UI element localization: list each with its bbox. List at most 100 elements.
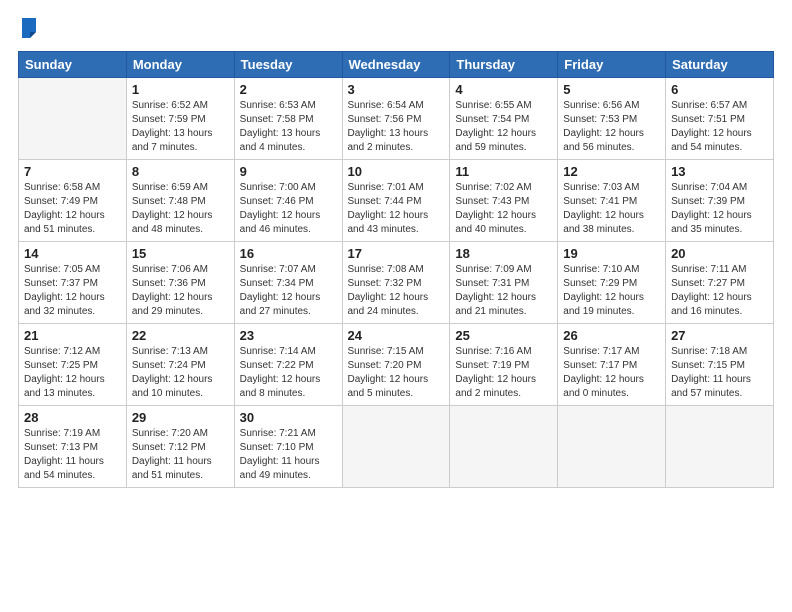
day-info-line: Daylight: 12 hours <box>348 210 429 221</box>
day-info-line: Daylight: 12 hours <box>240 210 321 221</box>
day-info-line: and 46 minutes. <box>240 224 311 235</box>
day-info: Sunrise: 7:16 AMSunset: 7:19 PMDaylight:… <box>455 345 552 401</box>
day-number: 23 <box>240 328 337 343</box>
day-info: Sunrise: 6:57 AMSunset: 7:51 PMDaylight:… <box>671 99 768 155</box>
calendar-cell: 28Sunrise: 7:19 AMSunset: 7:13 PMDayligh… <box>19 405 127 487</box>
day-number: 25 <box>455 328 552 343</box>
day-info-line: Sunrise: 6:54 AM <box>348 100 424 111</box>
day-info-line: Sunset: 7:53 PM <box>563 114 637 125</box>
day-info-line: Sunrise: 7:16 AM <box>455 346 531 357</box>
day-number: 18 <box>455 246 552 261</box>
day-number: 20 <box>671 246 768 261</box>
day-info-line: Sunrise: 7:01 AM <box>348 182 424 193</box>
day-info: Sunrise: 7:00 AMSunset: 7:46 PMDaylight:… <box>240 181 337 237</box>
calendar-cell: 21 Sunrise: 7:12 AMSunset: 7:25 PMDayligh… <box>19 323 127 405</box>
day-info-line: and 16 minutes. <box>671 306 742 317</box>
day-info-line: Daylight: 12 hours <box>455 292 536 303</box>
day-info-line: Sunrise: 6:59 AM <box>132 182 208 193</box>
day-info: Sunrise: 7:04 AMSunset: 7:39 PMDaylight:… <box>671 181 768 237</box>
day-info-line: Daylight: 11 hours <box>671 374 751 385</box>
day-number: 3 <box>348 82 445 97</box>
day-info-line: and 10 minutes. <box>132 388 203 399</box>
day-info-line: Sunset: 7:13 PM <box>24 442 98 453</box>
day-info: Sunrise: 7:11 AMSunset: 7:27 PMDaylight:… <box>671 263 768 319</box>
day-info: Sunrise: 7:13 AMSunset: 7:24 PMDaylight:… <box>132 345 229 401</box>
day-number: 14 <box>24 246 121 261</box>
calendar-cell: 17Sunrise: 7:08 AMSunset: 7:32 PMDayligh… <box>342 241 450 323</box>
day-number: 21 <box>24 328 121 343</box>
day-info-line: Sunrise: 6:53 AM <box>240 100 316 111</box>
calendar-cell <box>19 77 127 159</box>
day-info-line: and 8 minutes. <box>240 388 306 399</box>
day-info-line: Daylight: 12 hours <box>132 292 213 303</box>
day-info-line: and 2 minutes. <box>455 388 521 399</box>
day-info-line: Sunrise: 7:02 AM <box>455 182 531 193</box>
day-info-line: Sunrise: 7:05 AM <box>24 264 100 275</box>
day-number: 15 <box>132 246 229 261</box>
day-info-line: Daylight: 12 hours <box>563 292 644 303</box>
day-info-line: Sunset: 7:15 PM <box>671 360 745 371</box>
day-info: Sunrise: 7:12 AMSunset: 7:25 PMDaylight:… <box>24 345 121 401</box>
day-info-line: and 7 minutes. <box>132 142 198 153</box>
day-info-line: Sunset: 7:54 PM <box>455 114 529 125</box>
day-number: 4 <box>455 82 552 97</box>
day-info-line: Sunset: 7:32 PM <box>348 278 422 289</box>
day-info-line: Sunrise: 7:03 AM <box>563 182 639 193</box>
day-info-line: and 51 minutes. <box>24 224 95 235</box>
day-info-line: and 48 minutes. <box>132 224 203 235</box>
day-info-line: Sunset: 7:48 PM <box>132 196 206 207</box>
day-info-line: Sunrise: 7:07 AM <box>240 264 316 275</box>
day-info-line: Sunset: 7:36 PM <box>132 278 206 289</box>
day-number: 19 <box>563 246 660 261</box>
day-info-line: Sunset: 7:41 PM <box>563 196 637 207</box>
day-info-line: and 24 minutes. <box>348 306 419 317</box>
day-number: 9 <box>240 164 337 179</box>
day-info-line: Sunrise: 7:18 AM <box>671 346 747 357</box>
day-info: Sunrise: 7:19 AMSunset: 7:13 PMDaylight:… <box>24 427 121 483</box>
day-info-line: Daylight: 12 hours <box>24 292 105 303</box>
day-number: 24 <box>348 328 445 343</box>
day-info-line: and 13 minutes. <box>24 388 95 399</box>
day-info-line: Sunrise: 7:14 AM <box>240 346 316 357</box>
day-info-line: Sunrise: 7:00 AM <box>240 182 316 193</box>
day-info: Sunrise: 7:17 AMSunset: 7:17 PMDaylight:… <box>563 345 660 401</box>
calendar-cell <box>342 405 450 487</box>
day-info-line: Sunset: 7:27 PM <box>671 278 745 289</box>
day-info-line: Sunrise: 6:57 AM <box>671 100 747 111</box>
day-info: Sunrise: 6:53 AMSunset: 7:58 PMDaylight:… <box>240 99 337 155</box>
day-info-line: Sunrise: 6:56 AM <box>563 100 639 111</box>
calendar-cell: 19 Sunrise: 7:10 AMSunset: 7:29 PMDayligh… <box>558 241 666 323</box>
day-info-line: and 19 minutes. <box>563 306 634 317</box>
day-info-line: and 59 minutes. <box>455 142 526 153</box>
day-info: Sunrise: 7:10 AMSunset: 7:29 PMDaylight:… <box>563 263 660 319</box>
day-info-line: Sunset: 7:34 PM <box>240 278 314 289</box>
day-number: 2 <box>240 82 337 97</box>
day-header-thursday: Thursday <box>450 51 558 77</box>
day-info-line: Daylight: 12 hours <box>455 374 536 385</box>
day-info-line: Sunrise: 7:15 AM <box>348 346 424 357</box>
day-info-line: and 32 minutes. <box>24 306 95 317</box>
calendar-cell: 22 Sunrise: 7:13 AMSunset: 7:24 PMDayligh… <box>126 323 234 405</box>
day-number: 22 <box>132 328 229 343</box>
calendar-cell: 14Sunrise: 7:05 AMSunset: 7:37 PMDayligh… <box>19 241 127 323</box>
day-info-line: Sunrise: 7:17 AM <box>563 346 639 357</box>
day-info: Sunrise: 6:55 AM Sunset: 7:54 PM Daylight:… <box>455 99 552 155</box>
day-info-line: Daylight: 12 hours <box>455 128 536 139</box>
day-info-line: and 27 minutes. <box>240 306 311 317</box>
day-info-line: Daylight: 13 hours <box>132 128 213 139</box>
calendar-cell: 7Sunrise: 6:58 AMSunset: 7:49 PMDaylight… <box>19 159 127 241</box>
day-info-line: Sunset: 7:17 PM <box>563 360 637 371</box>
day-info-line: Daylight: 13 hours <box>240 128 321 139</box>
day-info-line: Sunset: 7:49 PM <box>24 196 98 207</box>
day-number: 16 <box>240 246 337 261</box>
day-info-line: and 43 minutes. <box>348 224 419 235</box>
calendar-cell: 3Sunrise: 6:54 AMSunset: 7:56 PMDaylight… <box>342 77 450 159</box>
day-info-line: Sunrise: 6:55 AM <box>455 100 531 111</box>
day-info: Sunrise: 7:20 AMSunset: 7:12 PMDaylight:… <box>132 427 229 483</box>
day-info-line: Sunrise: 7:10 AM <box>563 264 639 275</box>
calendar-cell: 15 Sunrise: 7:06 AM Sunset: 7:36 PM Dayligh… <box>126 241 234 323</box>
day-info-line: Sunset: 7:43 PM <box>455 196 529 207</box>
day-info-line: and 51 minutes. <box>132 470 203 481</box>
day-info-line: Sunrise: 7:06 AM <box>132 264 208 275</box>
calendar-cell: 13Sunrise: 7:04 AMSunset: 7:39 PMDayligh… <box>666 159 774 241</box>
